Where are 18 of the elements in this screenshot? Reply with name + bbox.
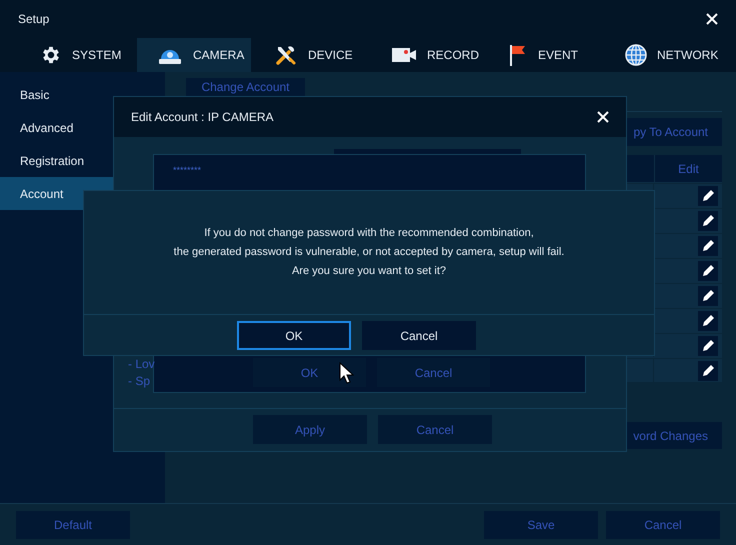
tab[interactable]: NETWORK — [605, 38, 719, 72]
note-text: - Lov — [128, 356, 155, 373]
password-value: ******** — [173, 164, 202, 177]
message-text: Are you sure you want to set it? — [292, 264, 446, 279]
dialog-button[interactable]: OK — [237, 321, 351, 350]
tab[interactable]: RECORD — [371, 38, 485, 72]
message-text: If you do not change password with the recommended combination, — [204, 226, 534, 241]
tab[interactable]: SYSTEM — [20, 38, 134, 72]
dialog-button[interactable]: Cancel — [362, 321, 476, 350]
tab[interactable]: DEVICE — [254, 38, 368, 72]
column-header: Edit — [655, 155, 722, 182]
tab[interactable]: EVENT — [488, 38, 602, 72]
window-title: Setup — [18, 11, 50, 28]
note-text: - Sp — [128, 373, 152, 390]
tab[interactable]: CAMERA — [137, 38, 251, 72]
dialog-title: Edit Account : IP CAMERA — [131, 109, 274, 126]
sidebar-item[interactable]: Basic — [0, 78, 165, 111]
message-text: the generated password is vulnerable, or not accepted by camera, setup will fail. — [174, 245, 564, 260]
